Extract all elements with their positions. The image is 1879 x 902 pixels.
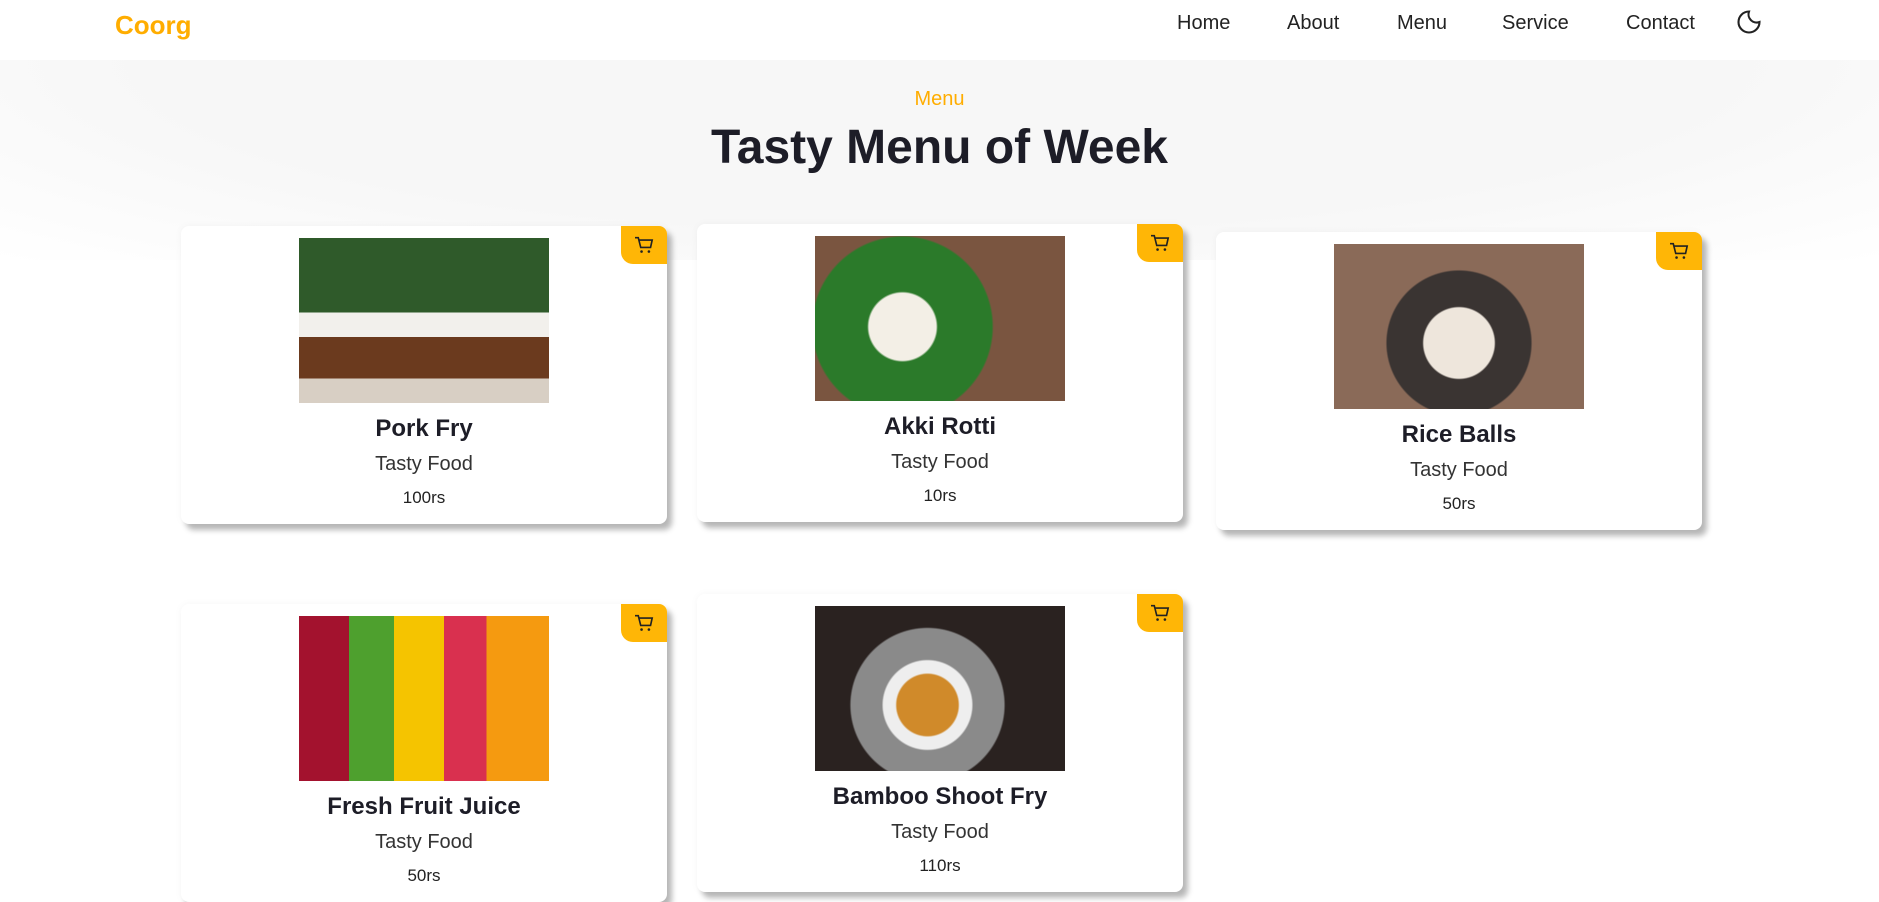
add-to-cart-button[interactable] — [621, 226, 667, 264]
add-to-cart-button[interactable] — [1137, 224, 1183, 262]
food-price: 110rs — [919, 856, 961, 875]
nav-service[interactable]: Service — [1502, 12, 1569, 35]
nav-contact[interactable]: Contact — [1626, 12, 1695, 35]
food-price: 50rs — [407, 866, 441, 885]
food-name: Fresh Fruit Juice — [327, 793, 521, 820]
nav-home[interactable]: Home — [1177, 12, 1230, 35]
logo[interactable]: Coorg — [115, 10, 192, 41]
navbar: Coorg Home About Menu Service Contact — [0, 0, 1879, 60]
food-image — [815, 236, 1065, 401]
food-name: Pork Fry — [375, 415, 473, 442]
add-to-cart-button[interactable] — [1656, 232, 1702, 270]
food-price: 100rs — [402, 488, 446, 507]
cart-icon — [1670, 242, 1689, 259]
menu-card: Akki Rotti Tasty Food 10rs — [697, 224, 1183, 522]
menu-card: Rice Balls Tasty Food 50rs — [1216, 232, 1702, 530]
food-description: Tasty Food — [375, 831, 473, 853]
menu-card: Bamboo Shoot Fry Tasty Food 110rs — [697, 594, 1183, 892]
food-price: 50rs — [1442, 494, 1476, 513]
food-image — [299, 616, 549, 781]
page-title: Tasty Menu of Week — [711, 121, 1168, 174]
cart-icon — [1151, 234, 1170, 251]
moon-icon[interactable] — [1735, 8, 1763, 36]
food-price: 10rs — [923, 486, 957, 505]
cart-icon — [1151, 604, 1170, 621]
food-name: Bamboo Shoot Fry — [832, 783, 1048, 810]
add-to-cart-button[interactable] — [621, 604, 667, 642]
food-description: Tasty Food — [891, 451, 989, 473]
food-description: Tasty Food — [891, 821, 989, 843]
menu-card: Pork Fry Tasty Food 100rs — [181, 226, 667, 524]
food-name: Akki Rotti — [883, 413, 996, 440]
food-description: Tasty Food — [1410, 459, 1508, 481]
food-description: Tasty Food — [375, 453, 473, 475]
menu-card: Fresh Fruit Juice Tasty Food 50rs — [181, 604, 667, 902]
nav-menu[interactable]: Menu — [1397, 12, 1447, 35]
food-image — [815, 606, 1065, 771]
food-name: Rice Balls — [1401, 421, 1517, 448]
food-image — [299, 238, 549, 403]
nav-about[interactable]: About — [1287, 12, 1339, 35]
add-to-cart-button[interactable] — [1137, 594, 1183, 632]
food-image — [1334, 244, 1584, 409]
cart-icon — [635, 236, 654, 253]
cart-icon — [635, 614, 654, 631]
section-subtitle: Menu — [914, 88, 965, 110]
